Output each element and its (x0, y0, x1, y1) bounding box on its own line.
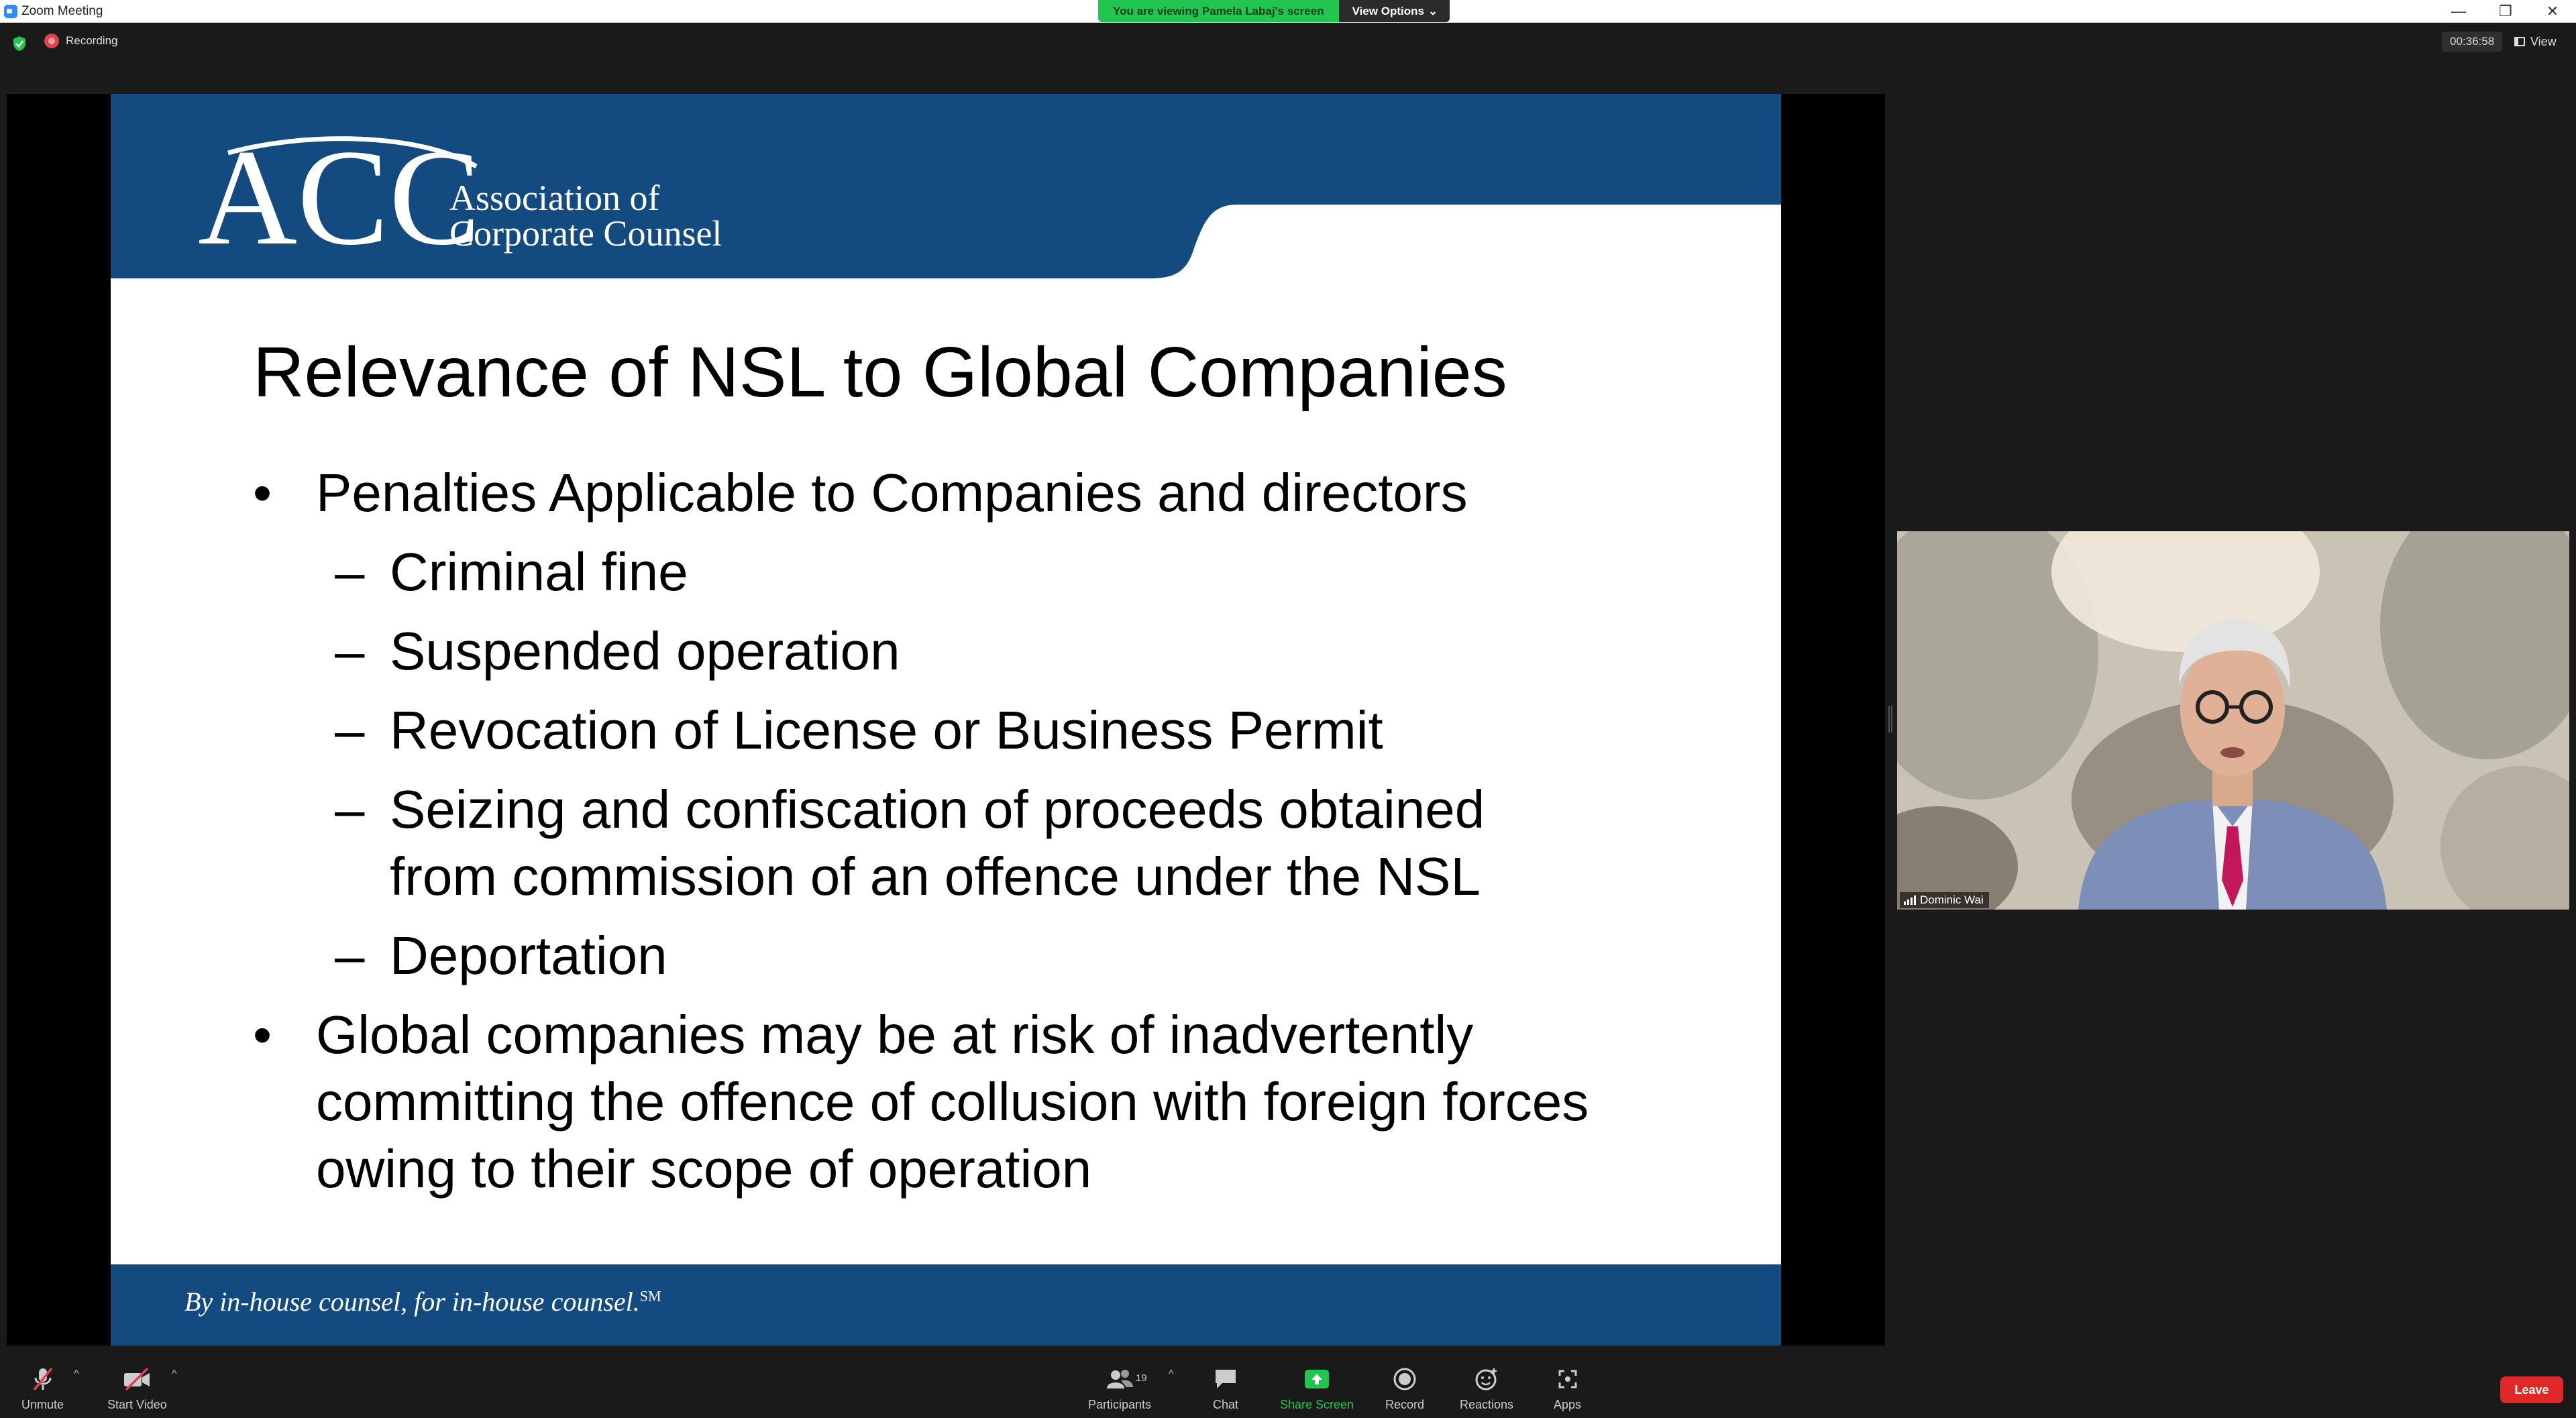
close-button[interactable]: ✕ (2529, 0, 2576, 22)
apps-button[interactable]: Apps (1554, 1367, 1581, 1412)
participant-count: 19 (1136, 1372, 1147, 1384)
sub-bullet-text: Suspended operation (390, 621, 900, 681)
service-mark: SM (639, 1287, 661, 1305)
meeting-toolbar: Unmute ^ Start Video ^ Participants 19 ^… (0, 1351, 2576, 1418)
slide-tagline: By in-house counsel, for in-house counse… (184, 1286, 661, 1317)
participants-icon (1107, 1370, 1134, 1388)
recording-label: Recording (66, 34, 118, 47)
participant-name: Dominic Wai (1920, 893, 1984, 906)
chevron-down-icon: ⌄ (1428, 4, 1438, 17)
tagline-text: By in-house counsel, for in-house counse… (184, 1287, 640, 1317)
record-label: Record (1385, 1398, 1425, 1411)
sub-bullet-text: Seizing and confiscation of proceeds obt… (390, 779, 1485, 839)
record-button[interactable]: Record (1385, 1367, 1424, 1412)
chat-button[interactable]: Chat (1213, 1367, 1238, 1412)
bullet-text-cont: committing the offence of collusion with… (316, 1072, 1589, 1132)
zoom-app-icon (4, 5, 17, 18)
smiley-icon (1475, 1368, 1497, 1390)
recording-indicator[interactable]: Recording (44, 34, 118, 48)
bullet-text-cont: owing to their scope of operation (316, 1139, 1092, 1199)
video-options-caret[interactable]: ^ (172, 1368, 177, 1380)
dash-marker: – (335, 621, 365, 681)
slide-footer: By in-house counsel, for in-house counse… (111, 1264, 1781, 1346)
view-options-button[interactable]: View Options ⌄ (1338, 0, 1450, 22)
reactions-button[interactable]: Reactions (1460, 1367, 1513, 1412)
restore-button[interactable]: ❐ (2482, 0, 2529, 22)
acc-logo-letters: ACC (198, 126, 481, 260)
logo-line-1: Association of (449, 178, 659, 218)
participants-options-caret[interactable]: ^ (1169, 1368, 1174, 1380)
dash-marker: – (335, 926, 365, 985)
view-button[interactable]: View (2514, 32, 2557, 52)
presentation-slide: ACC Association of Corporate Counsel Rel… (111, 94, 1781, 1346)
sub-bullet-item: – Criminal fine (253, 539, 1729, 606)
bullet-item: Global companies may be at risk of inadv… (253, 1001, 1729, 1203)
view-options-label: View Options (1352, 4, 1424, 17)
window-title: Zoom Meeting (21, 4, 103, 18)
leave-button[interactable]: Leave (2500, 1376, 2563, 1403)
unmute-button[interactable]: Unmute (21, 1367, 64, 1412)
sub-bullet-text-cont: from commission of an offence under the … (390, 847, 1481, 906)
share-screen-button[interactable]: Share Screen (1280, 1367, 1354, 1412)
chat-label: Chat (1213, 1398, 1239, 1411)
sub-bullet-text: Deportation (390, 926, 667, 985)
window-controls: — ❐ ✕ (2435, 0, 2576, 22)
dash-marker: – (335, 779, 365, 839)
muted-microphone-icon (33, 1367, 52, 1391)
sub-bullet-item: – Suspended operation (253, 618, 1729, 685)
slide-body: Penalties Applicable to Companies and di… (253, 459, 1729, 1203)
apps-label: Apps (1554, 1398, 1582, 1411)
shield-icon[interactable] (12, 36, 27, 52)
viewing-screen-label: You are viewing Pamela Labaj's screen (1098, 0, 1339, 22)
participant-video-tile[interactable] (1897, 531, 2569, 910)
participant-name-tag: Dominic Wai (1900, 892, 1989, 908)
dash-marker: – (335, 542, 365, 602)
unmute-label: Unmute (21, 1398, 64, 1411)
signal-bars-icon (1904, 895, 1916, 905)
start-video-label: Start Video (107, 1398, 167, 1411)
reactions-label: Reactions (1460, 1398, 1514, 1411)
slide-title: Relevance of NSL to Global Companies (253, 333, 1507, 412)
chat-icon (1216, 1370, 1236, 1388)
minimize-button[interactable]: — (2435, 0, 2482, 22)
view-label: View (2530, 34, 2557, 48)
participants-label: Participants (1088, 1398, 1152, 1411)
share-screen-label: Share Screen (1280, 1398, 1354, 1411)
audio-options-caret[interactable]: ^ (74, 1368, 79, 1380)
meeting-timer: 00:36:58 (2442, 32, 2503, 52)
share-screen-icon (1305, 1370, 1330, 1388)
bullet-text: Penalties Applicable to Companies and di… (316, 463, 1468, 523)
sub-bullet-text: Criminal fine (390, 542, 688, 602)
gallery-view-icon (2514, 37, 2525, 46)
sub-bullet-item: – Revocation of License or Business Permi… (253, 697, 1729, 764)
record-dot-icon (44, 34, 59, 48)
sub-bullet-text: Revocation of License or Business Permit (390, 700, 1383, 760)
sub-bullet-item: – Deportation (253, 922, 1729, 989)
bullet-text: Global companies may be at risk of inadv… (316, 1005, 1474, 1065)
record-icon (1393, 1368, 1416, 1390)
apps-icon (1558, 1370, 1577, 1388)
bullet-item: Penalties Applicable to Companies and di… (253, 459, 1729, 527)
acc-logo: ACC Association of Corporate Counsel (198, 126, 722, 260)
sub-bullet-item: – Seizing and confiscation of proceeds ob… (253, 776, 1729, 910)
logo-line-2: Corporate Counsel (449, 213, 722, 254)
dash-marker: – (335, 700, 365, 760)
start-video-button[interactable]: Start Video (107, 1367, 167, 1412)
viewing-screen-banner: You are viewing Pamela Labaj's screen Vi… (1098, 0, 1450, 22)
video-off-icon (124, 1367, 150, 1391)
panel-resize-handle[interactable] (1888, 706, 1892, 732)
